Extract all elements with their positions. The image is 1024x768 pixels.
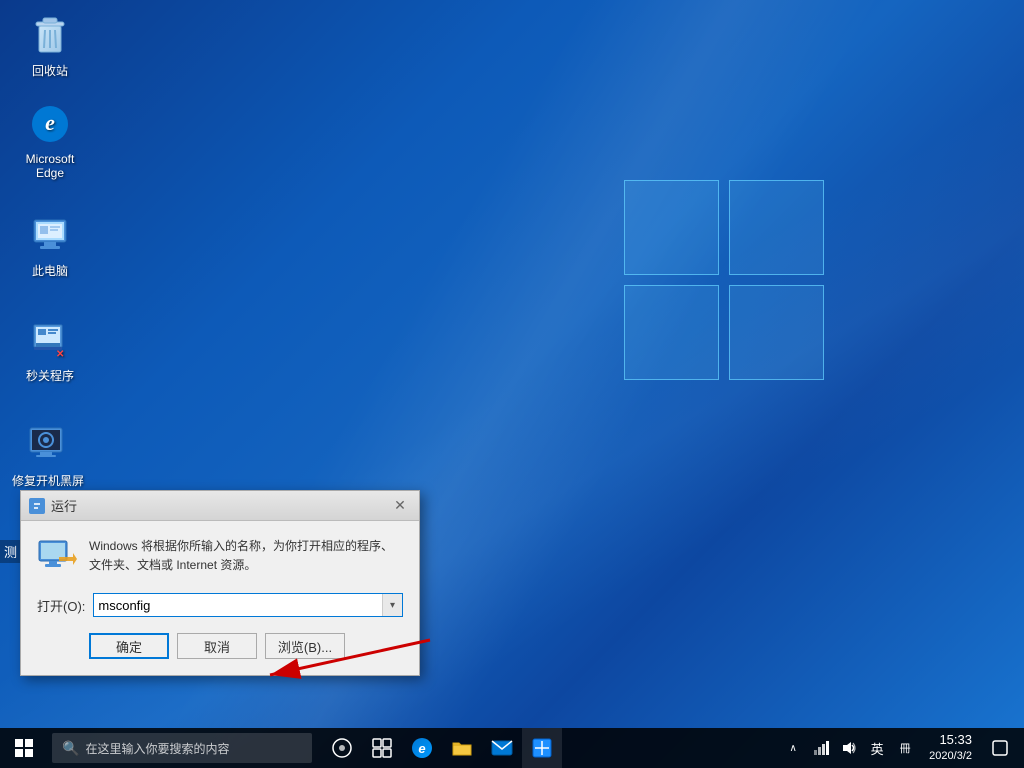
- quick-app-label: 秒关程序: [26, 367, 74, 384]
- search-icon: 🔍: [62, 740, 79, 757]
- repair-label: 修复开机黑屏: [12, 472, 84, 489]
- taskbar-edge-button[interactable]: e: [402, 728, 442, 768]
- recycle-bin-icon[interactable]: 回收站: [15, 10, 85, 79]
- language-indicator[interactable]: 英: [865, 728, 889, 768]
- this-pc-icon[interactable]: 此电脑: [15, 210, 85, 279]
- run-confirm-button[interactable]: 确定: [89, 633, 169, 659]
- taskbar-pinned-app-button[interactable]: [522, 728, 562, 768]
- system-tray-expand[interactable]: ∧: [781, 728, 805, 768]
- edge-label-line2: Edge: [36, 166, 64, 180]
- run-dialog: 运行 ✕ Windows 将根据你所输入的名称，为你打开相应的程序、 文件夹: [20, 490, 420, 676]
- search-placeholder: 在这里输入你要搜索的内容: [85, 740, 229, 757]
- ime-text: 冊: [900, 740, 911, 756]
- edge-label-line1: Microsoft: [26, 152, 75, 166]
- multitasking-button[interactable]: [362, 728, 402, 768]
- windows-start-icon: [15, 739, 33, 757]
- run-icon: [37, 537, 77, 577]
- recycle-bin-label: 回收站: [32, 62, 68, 79]
- taskbar: 🔍 在这里输入你要搜索的内容: [0, 728, 1024, 768]
- task-view-button[interactable]: [322, 728, 362, 768]
- taskbar-mail-button[interactable]: [482, 728, 522, 768]
- run-dialog-icon: [29, 498, 45, 514]
- run-dropdown-button[interactable]: ▾: [382, 594, 402, 616]
- taskbar-right: ∧ 英: [781, 728, 1024, 768]
- language-text: 英: [871, 739, 884, 758]
- windows-logo: [624, 180, 824, 380]
- svg-text:e: e: [45, 110, 55, 135]
- taskbar-explorer-button[interactable]: [442, 728, 482, 768]
- svg-text:✕: ✕: [56, 349, 64, 360]
- network-icon[interactable]: [809, 728, 833, 768]
- run-input-container: ▾: [93, 593, 403, 617]
- side-label: 测: [0, 540, 21, 563]
- clock-time: 15:33: [929, 731, 972, 749]
- quick-app-icon[interactable]: ✕ 秒关程序: [15, 315, 85, 384]
- volume-icon[interactable]: [837, 728, 861, 768]
- this-pc-label: 此电脑: [32, 262, 68, 279]
- clock-date: 2020/3/2: [929, 749, 972, 764]
- edge-taskbar-icon: e: [412, 738, 432, 758]
- run-description: Windows 将根据你所输入的名称，为你打开相应的程序、 文件夹、文档或 In…: [89, 537, 403, 575]
- start-button[interactable]: [0, 728, 48, 768]
- taskbar-clock[interactable]: 15:33 2020/3/2: [921, 731, 980, 765]
- ime-indicator[interactable]: 冊: [893, 728, 917, 768]
- repair-icon[interactable]: 修复开机黑屏: [10, 420, 86, 489]
- taskbar-search[interactable]: 🔍 在这里输入你要搜索的内容: [52, 733, 312, 763]
- run-input[interactable]: [94, 598, 382, 613]
- desktop: 回收站 e Microsoft Edge 此: [0, 0, 1024, 768]
- run-cancel-button[interactable]: 取消: [177, 633, 257, 659]
- edge-icon[interactable]: e Microsoft Edge: [15, 100, 85, 180]
- run-browse-button[interactable]: 浏览(B)...: [265, 633, 345, 659]
- run-titlebar: 运行 ✕: [21, 491, 419, 521]
- notification-center-button[interactable]: [984, 728, 1016, 768]
- run-open-label: 打开(O):: [37, 596, 85, 615]
- taskbar-middle: e: [322, 728, 562, 768]
- run-title-text: 运行: [51, 496, 389, 515]
- run-close-button[interactable]: ✕: [389, 495, 411, 517]
